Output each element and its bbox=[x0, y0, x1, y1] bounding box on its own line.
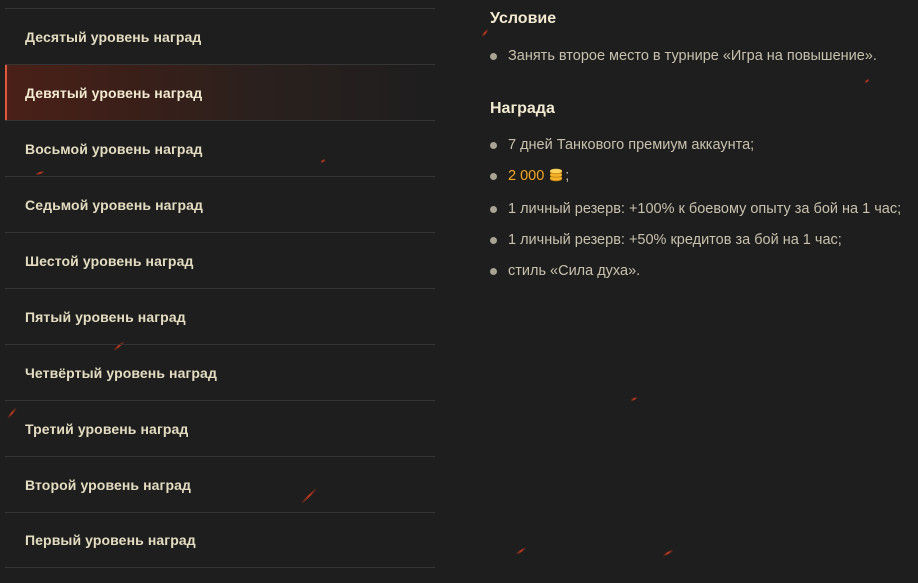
sidebar-item-level-1[interactable]: Первый уровень наград bbox=[5, 512, 435, 568]
ember-spark-decoration bbox=[630, 396, 638, 402]
sidebar-item-label: Четвёртый уровень наград bbox=[25, 364, 217, 381]
sidebar-item-level-7[interactable]: Седьмой уровень наград bbox=[5, 176, 435, 232]
sidebar-item-level-8[interactable]: Восьмой уровень наград bbox=[5, 120, 435, 176]
ember-spark-decoration bbox=[515, 546, 527, 556]
sidebar-item-label: Первый уровень наград bbox=[25, 532, 196, 548]
condition-title: Условие bbox=[490, 10, 557, 27]
gold-suffix: ; bbox=[565, 168, 570, 184]
condition-list: Занять второе место в турнире «Игра на п… bbox=[490, 44, 918, 68]
sidebar-item-label: Седьмой уровень наград bbox=[25, 196, 203, 213]
sidebar-item-label: Третий уровень наград bbox=[25, 420, 189, 437]
sidebar-item-label: Второй уровень наград bbox=[25, 476, 192, 493]
reward-levels-sidebar: Десятый уровень наград Девятый уровень н… bbox=[5, 8, 435, 583]
sidebar-item-label: Шестой уровень наград bbox=[25, 252, 194, 269]
reward-title: Награда bbox=[490, 100, 555, 117]
reward-item-reserve-xp: 1 личный резерв: +100% к боевому опыту з… bbox=[490, 197, 918, 221]
gold-coins-icon bbox=[547, 166, 565, 190]
condition-item: Занять второе место в турнире «Игра на п… bbox=[490, 44, 918, 68]
reward-list: 7 дней Танкового премиум аккаунта; 2 000… bbox=[490, 133, 918, 283]
reward-details: Условие Занять второе место в турнире «И… bbox=[490, 10, 918, 290]
sidebar-item-level-5[interactable]: Пятый уровень наград bbox=[5, 288, 435, 344]
reward-item-style: стиль «Сила духа». bbox=[490, 259, 918, 283]
reward-item-premium: 7 дней Танкового премиум аккаунта; bbox=[490, 133, 918, 157]
ember-spark-decoration bbox=[481, 28, 489, 38]
reward-item-gold: 2 000; bbox=[490, 164, 918, 190]
reward-item-reserve-credits: 1 личный резерв: +50% кредитов за бой на… bbox=[490, 228, 918, 252]
page: Десятый уровень наград Девятый уровень н… bbox=[0, 0, 918, 583]
sidebar-item-level-3[interactable]: Третий уровень наград bbox=[5, 400, 435, 456]
sidebar-item-label: Восьмой уровень наград bbox=[25, 140, 203, 157]
sidebar-item-level-2[interactable]: Второй уровень наград bbox=[5, 456, 435, 512]
gold-amount: 2 000 bbox=[508, 168, 545, 184]
sidebar-item-level-4[interactable]: Четвёртый уровень наград bbox=[5, 344, 435, 400]
ember-spark-decoration bbox=[662, 549, 674, 557]
sidebar-item-label: Десятый уровень наград bbox=[25, 28, 202, 45]
sidebar-item-label: Пятый уровень наград bbox=[25, 308, 186, 325]
sidebar-item-level-10[interactable]: Десятый уровень наград bbox=[5, 8, 435, 64]
sidebar-item-level-6[interactable]: Шестой уровень наград bbox=[5, 232, 435, 288]
sidebar-item-level-9[interactable]: Девятый уровень наград bbox=[5, 64, 435, 120]
sidebar-item-label: Девятый уровень наград bbox=[25, 84, 203, 101]
